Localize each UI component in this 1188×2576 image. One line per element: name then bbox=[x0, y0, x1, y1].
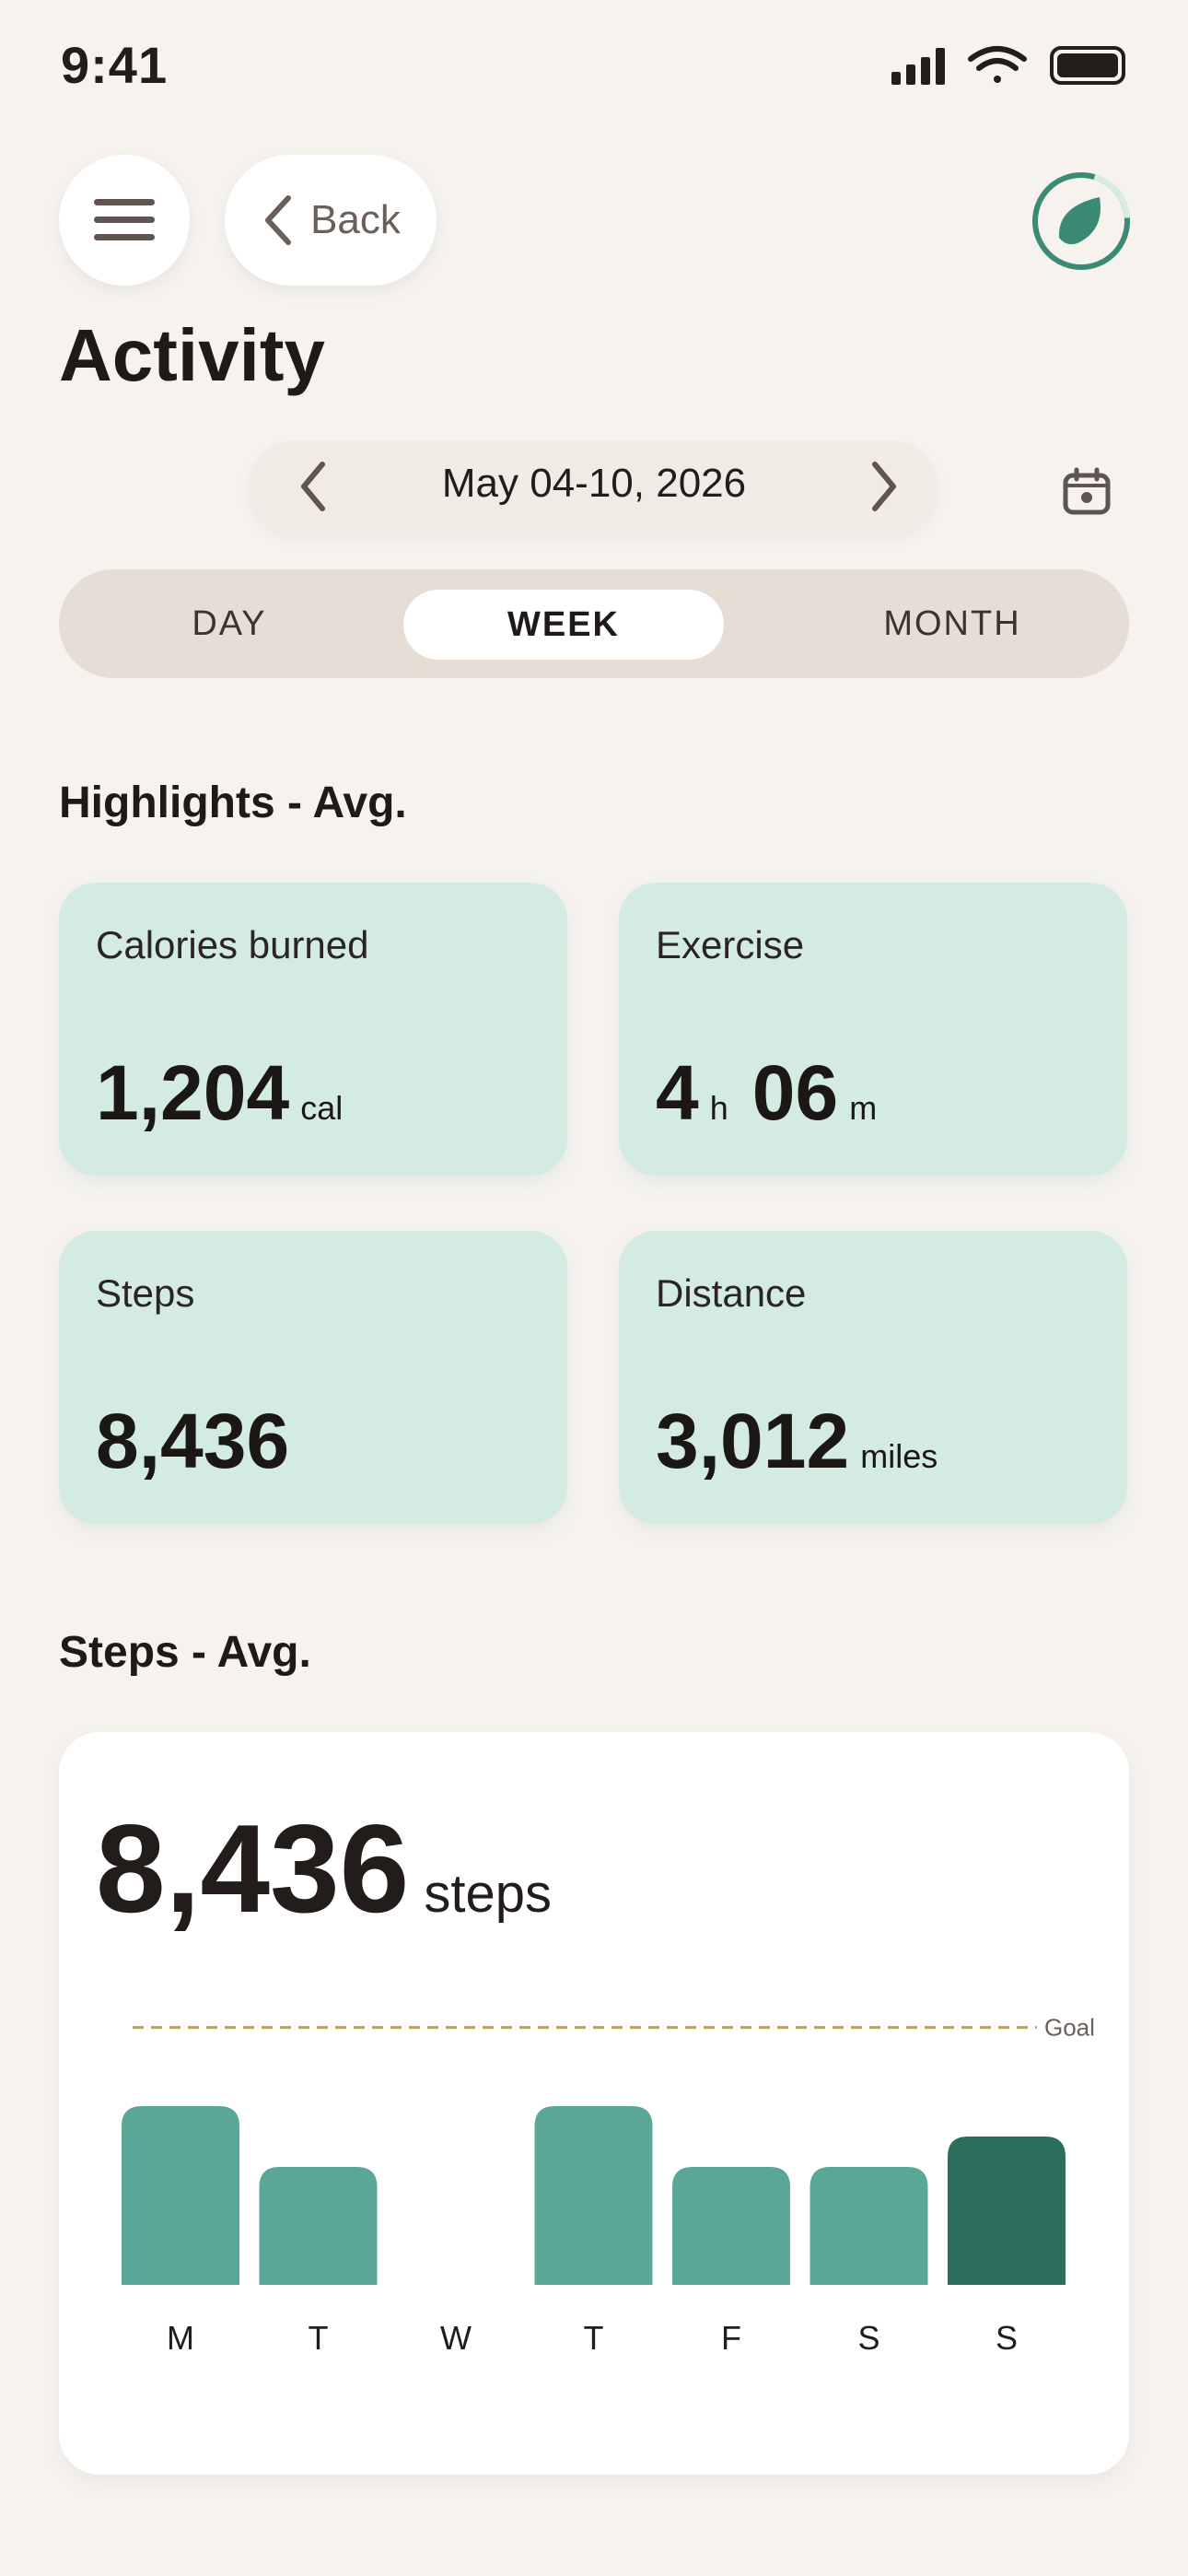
exercise-hours-unit: h bbox=[709, 1089, 728, 1127]
day-label-0: M bbox=[167, 2319, 194, 2357]
bar-3[interactable] bbox=[534, 2106, 653, 2285]
day-label-5: S bbox=[857, 2319, 879, 2357]
back-label: Back bbox=[310, 197, 401, 242]
wifi-icon bbox=[968, 46, 1027, 83]
app-logo-icon[interactable] bbox=[1030, 170, 1133, 273]
exercise-card[interactable]: Exercise 4 h 06 m bbox=[619, 883, 1127, 1176]
day-label-1: T bbox=[309, 2319, 329, 2357]
day-label-2: W bbox=[440, 2319, 472, 2357]
steps-value: 8,436 bbox=[96, 1398, 290, 1484]
goal-label: Goal bbox=[1044, 2014, 1095, 2042]
exercise-hours: 4 bbox=[656, 1049, 699, 1136]
bar-6[interactable] bbox=[948, 2136, 1066, 2285]
bar-1[interactable] bbox=[259, 2166, 378, 2285]
distance-value: 3,012 bbox=[656, 1398, 850, 1484]
steps-label: Steps bbox=[96, 1271, 195, 1315]
page-title: Activity bbox=[59, 314, 325, 396]
chevron-right-icon bbox=[872, 462, 896, 511]
bar-0[interactable] bbox=[122, 2106, 239, 2285]
calories-card[interactable]: Calories burned 1,204 cal bbox=[59, 883, 567, 1176]
period-segmented-control: DAY WEEK MONTH bbox=[59, 569, 1129, 678]
bar-4[interactable] bbox=[672, 2166, 790, 2285]
distance-label: Distance bbox=[656, 1271, 807, 1315]
chevron-left-icon bbox=[265, 195, 292, 245]
day-label-3: T bbox=[584, 2319, 604, 2357]
steps-chart-card: 8,436 steps Goal M T W T F S S bbox=[59, 1732, 1129, 2475]
distance-unit: miles bbox=[860, 1437, 938, 1475]
menu-button[interactable] bbox=[59, 155, 190, 286]
exercise-label: Exercise bbox=[656, 923, 805, 966]
highlights-title: Highlights - Avg. bbox=[59, 779, 407, 827]
battery-icon bbox=[1050, 46, 1125, 85]
calendar-button[interactable] bbox=[1050, 455, 1124, 529]
previous-week-button[interactable] bbox=[276, 450, 350, 523]
status-time: 9:41 bbox=[61, 36, 169, 94]
steps-section-title: Steps - Avg. bbox=[59, 1628, 311, 1677]
day-label-6: S bbox=[996, 2319, 1018, 2357]
calories-unit: cal bbox=[300, 1089, 344, 1127]
tab-month[interactable]: MONTH bbox=[823, 569, 1081, 678]
next-week-button[interactable] bbox=[847, 450, 921, 523]
steps-bar-chart: Goal M T W T F S S bbox=[122, 2014, 1095, 2357]
calories-value: 1,204 bbox=[96, 1049, 290, 1136]
hamburger-icon bbox=[94, 199, 155, 240]
calories-value-row: 1,204 cal bbox=[96, 1048, 343, 1138]
tab-day[interactable]: DAY bbox=[114, 569, 344, 678]
distance-value-row: 3,012 miles bbox=[656, 1397, 938, 1486]
bar-5[interactable] bbox=[809, 2166, 928, 2285]
exercise-value-row: 4 h 06 m bbox=[656, 1048, 877, 1138]
exercise-minutes-unit: m bbox=[849, 1089, 878, 1127]
exercise-minutes: 06 bbox=[751, 1049, 839, 1136]
day-label-4: F bbox=[721, 2319, 741, 2357]
back-button[interactable]: Back bbox=[225, 155, 437, 286]
status-icons bbox=[891, 46, 1125, 85]
tab-week[interactable]: WEEK bbox=[403, 590, 724, 660]
distance-card[interactable]: Distance 3,012 miles bbox=[619, 1231, 1127, 1524]
cellular-signal-icon bbox=[891, 48, 945, 85]
date-range-label: May 04-10, 2026 bbox=[441, 461, 747, 506]
steps-card[interactable]: Steps 8,436 bbox=[59, 1231, 567, 1524]
chevron-left-icon bbox=[301, 462, 325, 511]
calendar-icon bbox=[1063, 467, 1111, 515]
calories-label: Calories burned bbox=[96, 923, 369, 966]
